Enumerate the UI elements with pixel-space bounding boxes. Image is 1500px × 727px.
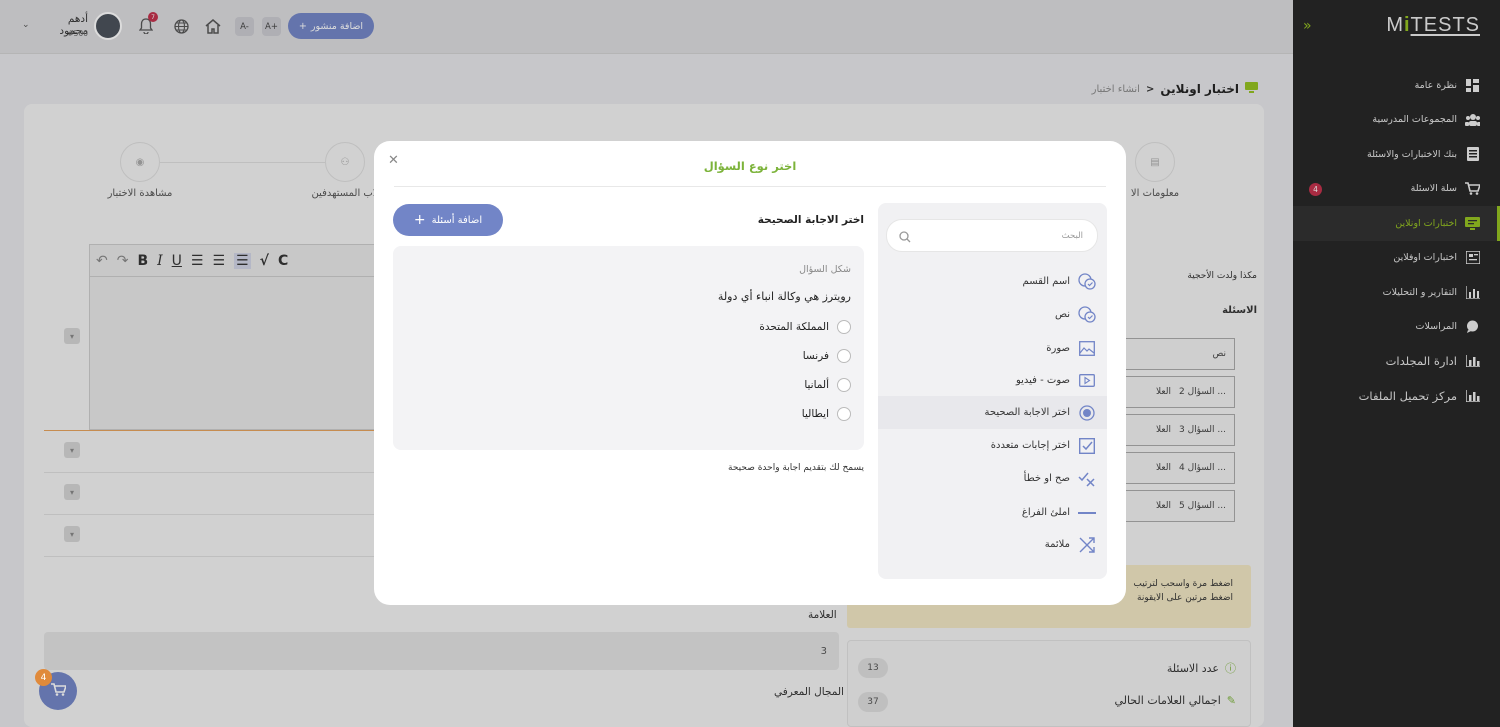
type-fill-blank[interactable]: املئ الفراغ [878, 496, 1107, 529]
preview-option[interactable]: ألمانيا [804, 378, 851, 392]
video-icon [1078, 372, 1096, 390]
plus-icon: + [413, 212, 426, 228]
type-label: اسم القسم [1022, 276, 1070, 287]
search-input[interactable]: البحث [886, 219, 1098, 252]
fill-blank-icon [1078, 504, 1096, 522]
modal-divider [394, 186, 1106, 187]
add-questions-label: اضافة أسئلة [431, 214, 483, 226]
section-icon [1078, 273, 1096, 291]
preview-option[interactable]: ايطاليا [802, 407, 851, 421]
question-types-panel: البحث اسم القسم نص صورة صوت - فيديو اختر… [878, 203, 1107, 579]
type-hint: يسمح لك بتقديم اجابة واحدة صحيحة [728, 463, 864, 473]
add-questions-button[interactable]: + اضافة أسئلة [393, 204, 503, 236]
radio-icon [1078, 404, 1096, 422]
type-label: نص [1054, 309, 1070, 320]
modal-title: اختر نوع السؤال [703, 159, 797, 173]
image-icon [1078, 340, 1096, 358]
type-matching[interactable]: ملائمة [878, 528, 1107, 561]
radio-button[interactable] [837, 349, 851, 363]
option-label: فرنسا [802, 350, 829, 362]
option-label: ألمانيا [804, 379, 829, 391]
type-audio-video[interactable]: صوت - فيديو [878, 364, 1107, 397]
type-label: ملائمة [1044, 539, 1070, 550]
cart-fab-badge: 4 [35, 669, 52, 686]
type-true-false[interactable]: صح او خطأ [878, 462, 1107, 495]
question-shape-label: شكل السؤال [799, 264, 851, 275]
true-false-icon [1078, 470, 1096, 488]
option-label: ايطاليا [801, 408, 829, 420]
type-text[interactable]: نص [878, 298, 1107, 331]
checkbox-icon [1078, 437, 1096, 455]
type-single-choice[interactable]: اختر الاجابة الصحيحة [878, 396, 1107, 429]
option-label: المملكة المتحدة [759, 321, 829, 333]
preview-title: اختر الاجابة الصحيحة [757, 214, 864, 226]
type-label: املئ الفراغ [1021, 507, 1070, 518]
type-section-name[interactable]: اسم القسم [878, 265, 1107, 298]
radio-button[interactable] [837, 320, 851, 334]
type-label: اختر إجابات متعددة [990, 440, 1070, 451]
question-preview: شكل السؤال رويترز هي وكالة انباء أي دولة… [393, 246, 864, 450]
type-label: صوت - فيديو [1015, 375, 1070, 386]
radio-button[interactable] [837, 378, 851, 392]
shuffle-icon [1078, 536, 1096, 554]
type-label: صح او خطأ [1023, 473, 1070, 484]
type-label: صورة [1046, 343, 1070, 354]
radio-button[interactable] [837, 407, 851, 421]
search-icon [899, 231, 911, 243]
type-label: اختر الاجابة الصحيحة [984, 407, 1071, 418]
type-image[interactable]: صورة [878, 332, 1107, 365]
preview-question-text: رويترز هي وكالة انباء أي دولة [717, 290, 851, 303]
preview-option[interactable]: المملكة المتحدة [759, 320, 851, 334]
question-type-modal: ✕ اختر نوع السؤال البحث اسم القسم نص صور… [374, 141, 1126, 605]
search-placeholder: البحث [1061, 231, 1083, 241]
preview-option[interactable]: فرنسا [803, 349, 851, 363]
text-icon [1078, 306, 1096, 324]
type-multiple-choice[interactable]: اختر إجابات متعددة [878, 429, 1107, 462]
